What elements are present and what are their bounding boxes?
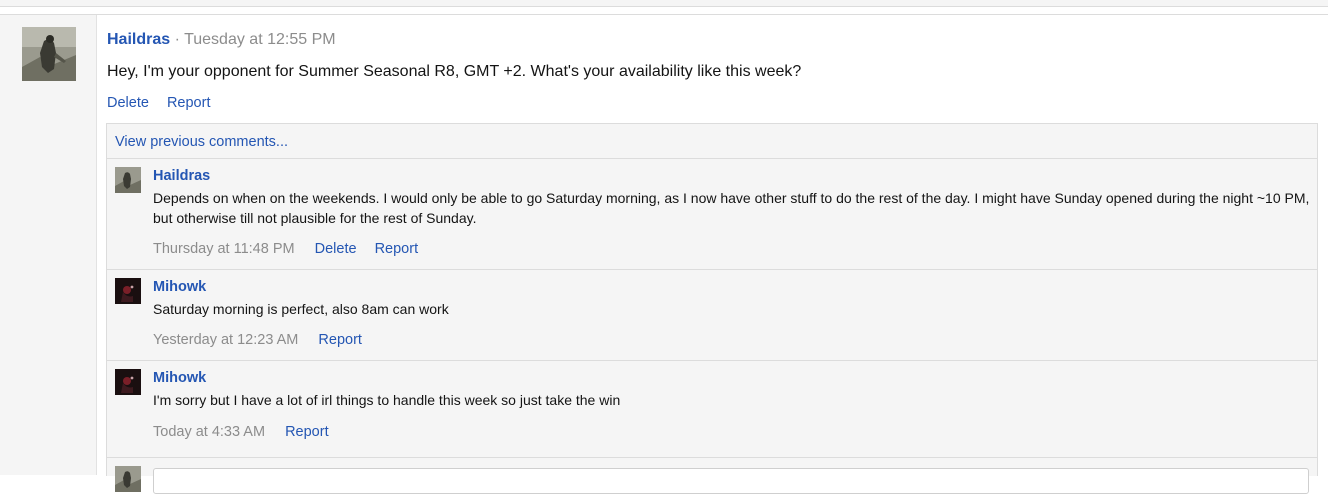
comment-author-link[interactable]: Haildras	[153, 167, 210, 185]
comment-text: I'm sorry but I have a lot of irl things…	[153, 392, 621, 408]
post-message: Hey, I'm your opponent for Summer Season…	[107, 63, 802, 80]
avatar	[115, 466, 141, 492]
profile-post: Haildras · Tuesday at 12:55 PM Hey, I'm …	[0, 14, 1328, 494]
avatar[interactable]	[115, 167, 141, 193]
reply-row	[107, 457, 1317, 494]
comment-item: Mihowk Saturday morning is perfect, also…	[107, 269, 1317, 361]
comment-meta: Today at 4:33 AM Report	[153, 423, 343, 441]
avatar[interactable]	[22, 27, 76, 81]
comment-meta: Yesterday at 12:23 AM Report	[153, 331, 376, 349]
top-divider	[0, 0, 1328, 7]
comment-report-link[interactable]: Report	[285, 424, 329, 440]
comment-timestamp[interactable]: Yesterday at 12:23 AM	[153, 332, 298, 348]
post-actions: Delete Report	[107, 94, 224, 112]
post-sidebar	[0, 15, 97, 475]
avatar[interactable]	[115, 278, 141, 304]
comment-report-link[interactable]: Report	[375, 241, 419, 257]
post-report-link[interactable]: Report	[167, 95, 211, 111]
view-previous-comments-link[interactable]: View previous comments...	[115, 134, 288, 150]
reply-input[interactable]	[153, 468, 1309, 494]
comment-report-link[interactable]: Report	[318, 332, 362, 348]
comment-author-link[interactable]: Mihowk	[153, 369, 206, 387]
post-separator: ·	[174, 31, 180, 48]
comment-item: Haildras Depends on when on the weekends…	[107, 158, 1317, 270]
comment-text: Saturday morning is perfect, also 8am ca…	[153, 301, 449, 317]
post-timestamp[interactable]: Tuesday at 12:55 PM	[184, 31, 336, 48]
comment-list: View previous comments... Haildras Depen…	[106, 123, 1318, 494]
comment-delete-link[interactable]: Delete	[315, 241, 357, 257]
post-delete-link[interactable]: Delete	[107, 95, 149, 111]
post-header: Haildras · Tuesday at 12:55 PM	[107, 30, 336, 50]
avatar[interactable]	[115, 369, 141, 395]
comment-meta: Thursday at 11:48 PM Delete Report	[153, 240, 432, 258]
comment-text: Depends on when on the weekends. I would…	[153, 190, 1310, 226]
comment-timestamp[interactable]: Thursday at 11:48 PM	[153, 241, 295, 257]
view-previous-comments-row: View previous comments...	[115, 133, 302, 151]
comment-author-link[interactable]: Mihowk	[153, 278, 206, 296]
comment-item: Mihowk I'm sorry but I have a lot of irl…	[107, 360, 1317, 458]
comment-timestamp[interactable]: Today at 4:33 AM	[153, 424, 265, 440]
post-author-link[interactable]: Haildras	[107, 31, 170, 48]
